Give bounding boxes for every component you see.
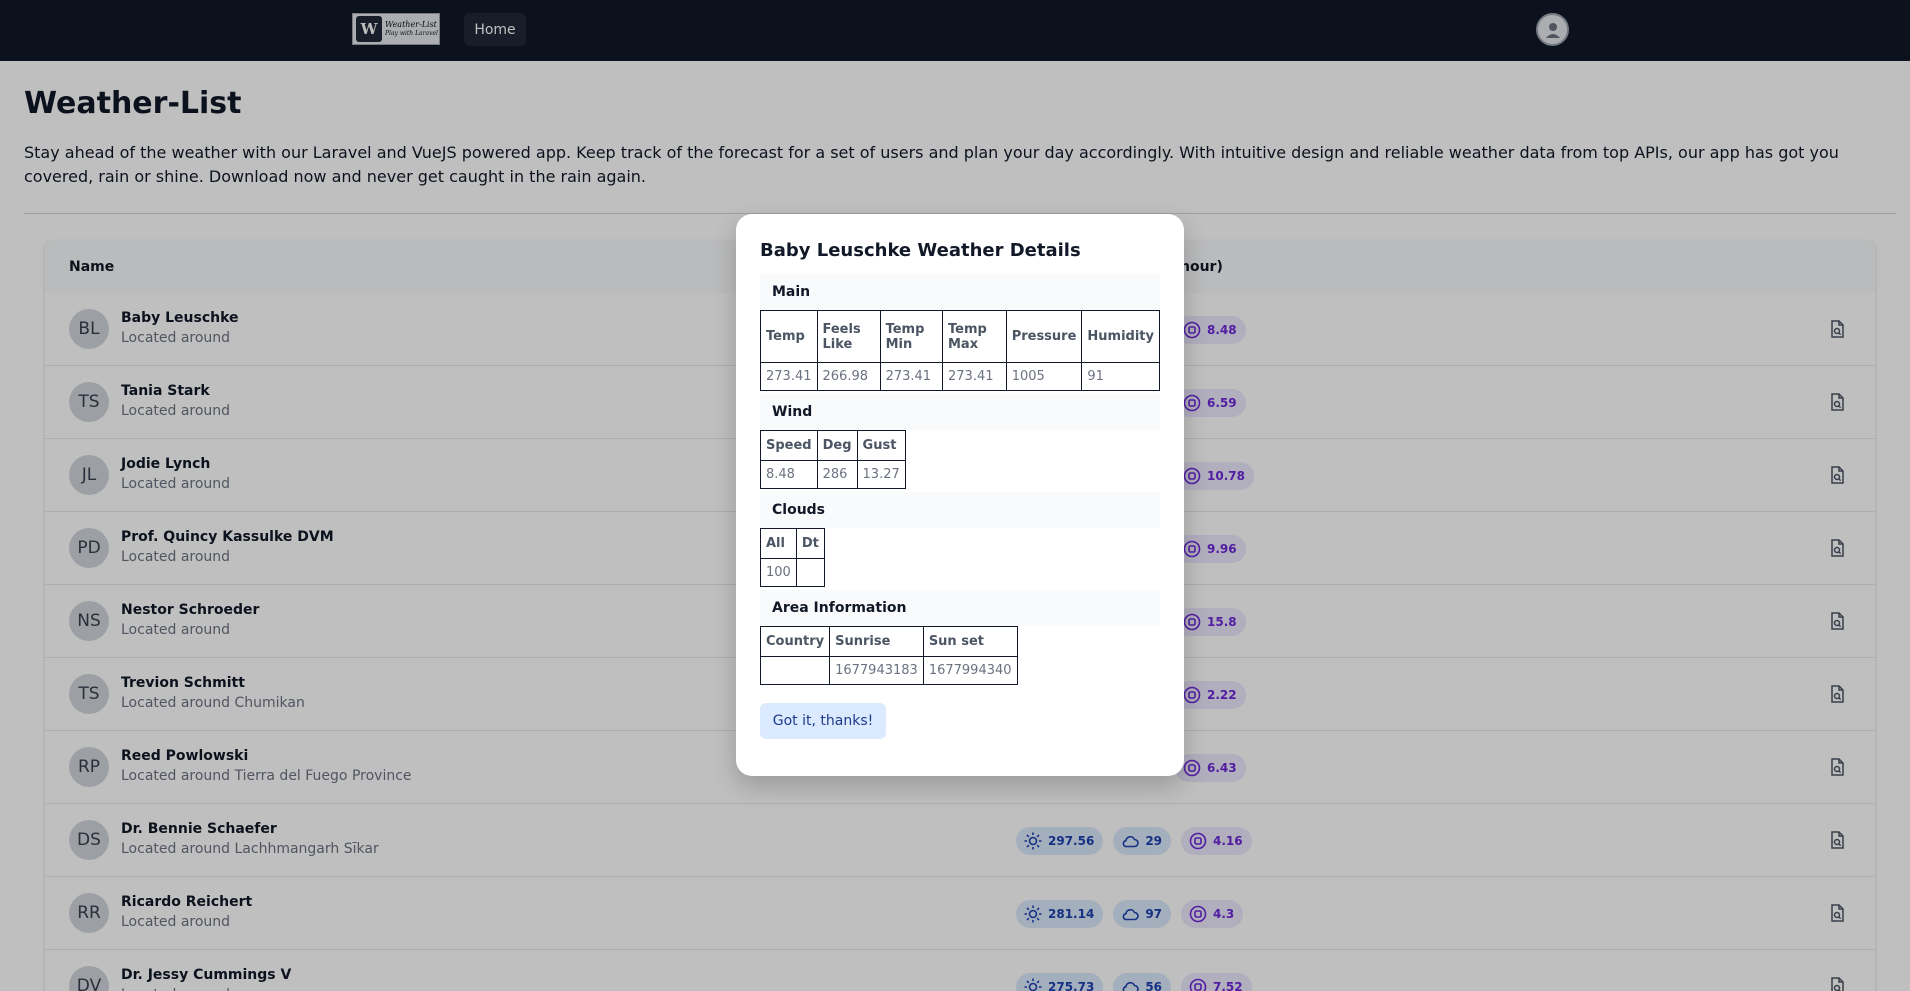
main-header-feels-like: Feels Like — [816, 310, 881, 363]
section-main-heading: Main — [760, 274, 1160, 310]
wind-header-deg: Deg — [816, 430, 858, 461]
wind-header-gust: Gust — [856, 430, 906, 461]
clouds-value-all: 100 — [760, 558, 797, 587]
area-table: Country Sunrise Sun set 1677943183 16779… — [759, 626, 1018, 685]
area-value-row: 1677943183 1677994340 — [759, 656, 1018, 685]
section-clouds-heading: Clouds — [760, 492, 1160, 528]
area-header-country: Country — [759, 626, 831, 657]
wind-value-deg: 286 — [816, 460, 858, 489]
wind-header-row: Speed Deg Gust — [760, 430, 906, 461]
modal-title: Baby Leuschke Weather Details — [760, 240, 1081, 261]
section-area-heading: Area Information — [760, 590, 1160, 626]
main-value-pressure: 1005 — [1005, 362, 1083, 391]
main-header-humidity: Humidity — [1081, 310, 1160, 363]
clouds-header-all: All — [760, 528, 797, 559]
clouds-value-dt — [795, 558, 825, 587]
area-header-sunrise: Sunrise — [829, 626, 924, 657]
main-header-pressure: Pressure — [1005, 310, 1083, 363]
wind-value-row: 8.48 286 13.27 — [760, 460, 906, 489]
main-value-feels-like: 266.98 — [816, 362, 881, 391]
clouds-header-row: All Dt — [760, 528, 825, 559]
area-header-sunset: Sun set — [922, 626, 1018, 657]
wind-table: Speed Deg Gust 8.48 286 13.27 — [760, 430, 906, 489]
main-value-temp-max: 273.41 — [942, 362, 1007, 391]
main-value-temp-min: 273.41 — [879, 362, 944, 391]
main-table: Temp Feels Like Temp Min Temp Max Pressu… — [760, 310, 1160, 391]
wind-header-speed: Speed — [760, 430, 818, 461]
main-value-humidity: 91 — [1081, 362, 1160, 391]
main-value-temp: 273.41 — [760, 362, 818, 391]
main-header-temp-max: Temp Max — [942, 310, 1007, 363]
section-wind-heading: Wind — [760, 394, 1160, 430]
area-value-sunrise: 1677943183 — [829, 656, 924, 685]
main-value-row: 273.41 266.98 273.41 273.41 1005 91 — [760, 362, 1160, 391]
wind-value-gust: 13.27 — [856, 460, 906, 489]
main-header-temp-min: Temp Min — [879, 310, 944, 363]
clouds-header-dt: Dt — [795, 528, 825, 559]
got-it-button[interactable]: Got it, thanks! — [760, 703, 886, 739]
wind-value-speed: 8.48 — [760, 460, 818, 489]
clouds-table: All Dt 100 — [760, 528, 825, 587]
main-header-temp: Temp — [760, 310, 818, 363]
weather-details-modal: Baby Leuschke Weather Details Main Temp … — [736, 214, 1184, 776]
area-value-country — [759, 656, 831, 685]
main-header-row: Temp Feels Like Temp Min Temp Max Pressu… — [760, 310, 1160, 363]
area-value-sunset: 1677994340 — [922, 656, 1018, 685]
clouds-value-row: 100 — [760, 558, 825, 587]
area-header-row: Country Sunrise Sun set — [759, 626, 1018, 657]
